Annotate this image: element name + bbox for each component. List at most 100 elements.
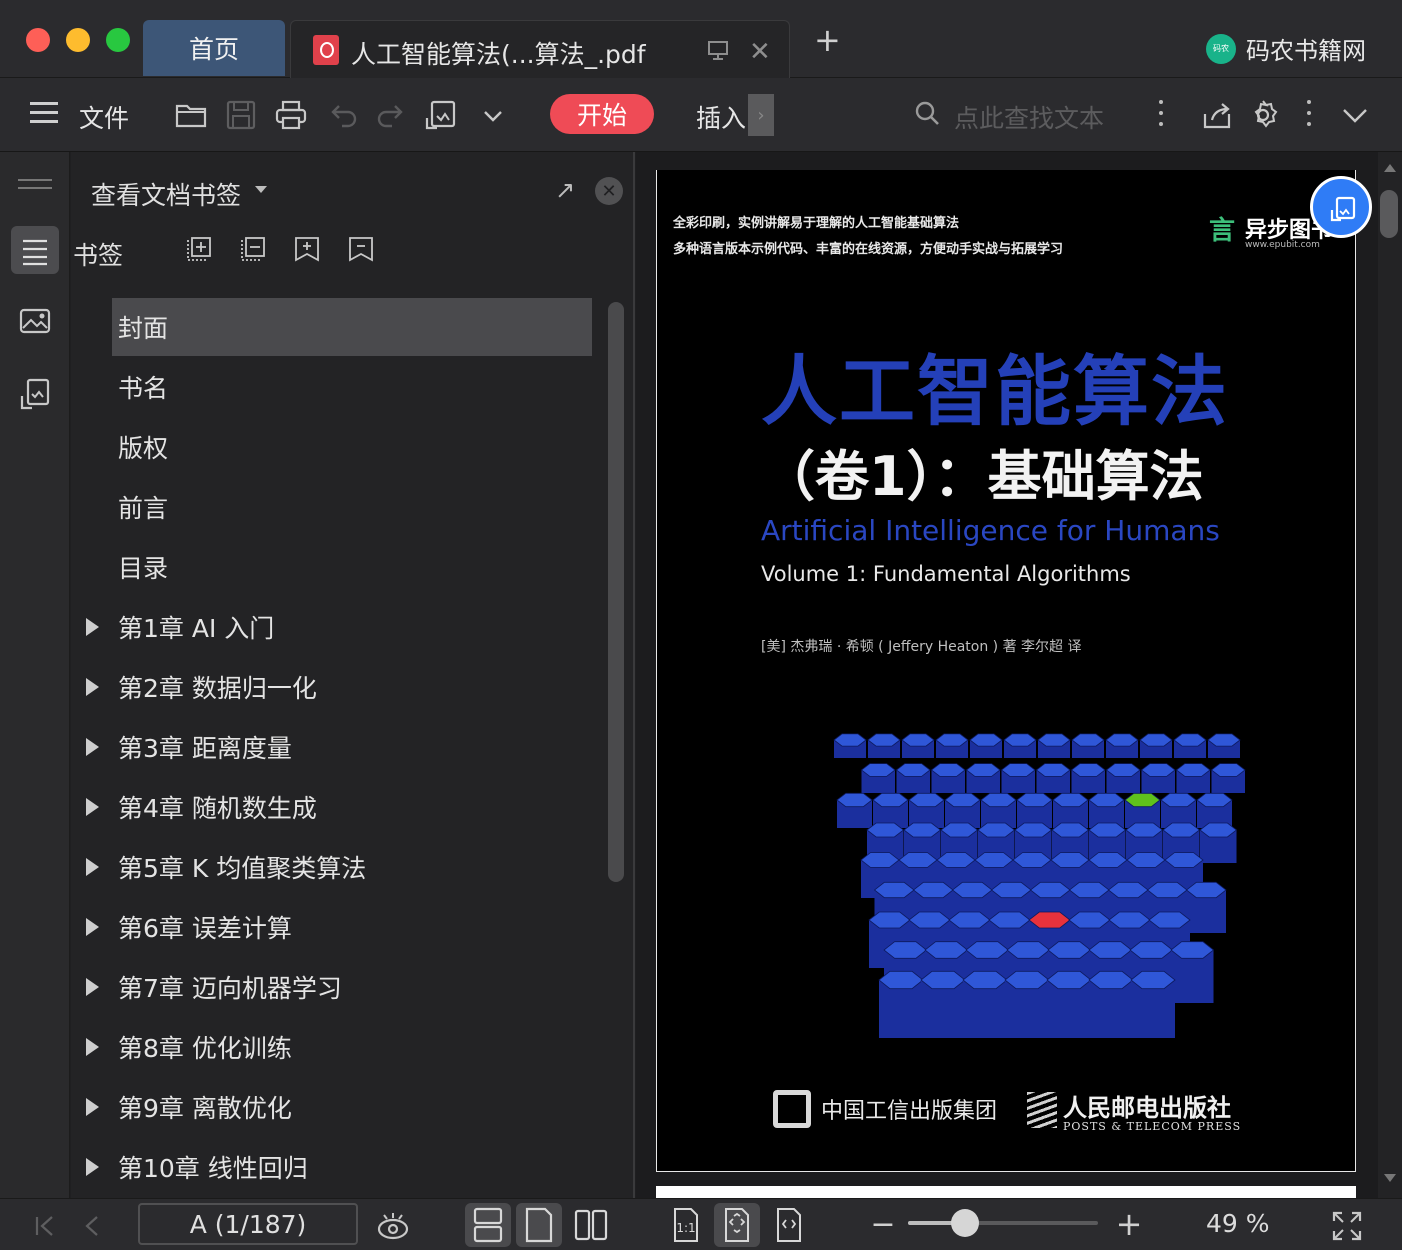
continuous-view-button[interactable] [465, 1203, 511, 1247]
expand-arrow-icon[interactable] [86, 1158, 99, 1176]
expand-arrow-icon[interactable] [86, 798, 99, 816]
fullscreen-icon[interactable] [1330, 1209, 1364, 1243]
zoom-in-button[interactable]: + [1112, 1205, 1146, 1243]
collapse-toolbar-icon[interactable] [1338, 98, 1372, 132]
close-window-button[interactable] [26, 28, 50, 52]
dropdown-caret-icon[interactable] [255, 186, 267, 193]
two-page-view-button[interactable] [568, 1203, 614, 1247]
bookmark-item[interactable]: 前言 [112, 478, 592, 536]
expand-arrow-icon[interactable] [86, 918, 99, 936]
bookmark-item[interactable]: 目录 [112, 538, 592, 596]
expand-arrow-icon[interactable] [86, 858, 99, 876]
two-page-icon [574, 1209, 608, 1241]
open-folder-icon[interactable] [174, 98, 208, 132]
brand-logo: 码农 [1206, 33, 1236, 64]
brand[interactable]: 码农 码农书籍网 [1206, 31, 1366, 66]
close-panel-button[interactable]: ✕ [595, 177, 623, 205]
bookmark-label: 第10章 线性回归 [118, 1154, 308, 1183]
bookmark-label: 第1章 AI 入门 [118, 614, 275, 643]
panel-resize-divider[interactable] [633, 152, 635, 1198]
zoom-percentage[interactable]: 49 % [1206, 1209, 1270, 1238]
toolbar-scroll-right-icon[interactable]: › [748, 94, 774, 136]
settings-gear-icon[interactable] [1246, 98, 1280, 132]
print-icon[interactable] [274, 98, 308, 132]
add-bookmark-icon[interactable] [292, 234, 322, 264]
bookmarks-label: 书签 [73, 241, 124, 270]
thumbnails-view-button[interactable] [11, 298, 59, 346]
bookmark-item[interactable]: 第1章 AI 入门 [86, 598, 592, 656]
bookmark-item[interactable]: 第8章 优化训练 [86, 1018, 592, 1076]
epubit-logo: ⾔ 异步图书 www.epubit.com [1209, 210, 1333, 250]
bookmark-item[interactable]: 版权 [112, 418, 592, 476]
redo-icon[interactable] [374, 98, 408, 132]
bookmark-item[interactable]: 封面 [112, 298, 592, 356]
collapse-all-icon[interactable] [238, 234, 268, 264]
bookmark-item[interactable]: 第7章 迈向机器学习 [86, 958, 592, 1016]
bookmark-item[interactable]: 第6章 误差计算 [86, 898, 592, 956]
tab-document[interactable]: 人工智能算法(...算法_.pdf ✕ [290, 20, 790, 78]
document-scrollbar[interactable] [1378, 152, 1402, 1198]
bookmark-label: 第8章 优化训练 [118, 1034, 292, 1063]
pop-out-icon[interactable]: ↗ [555, 176, 575, 204]
scroll-down-icon[interactable] [1384, 1174, 1396, 1182]
cover-author: [美] 杰弗瑞 · 希顿 ( Jeffery Heaton ) 著 李尔超 译 [761, 639, 1082, 655]
bookmark-item[interactable]: 第9章 离散优化 [86, 1078, 592, 1136]
bookmarks-view-button[interactable] [11, 226, 59, 274]
hamburger-menu-icon[interactable] [30, 102, 58, 124]
new-tab-button[interactable]: + [814, 24, 841, 56]
bookmark-item[interactable]: 第3章 距离度量 [86, 718, 592, 776]
reading-mode-eye-icon[interactable] [376, 1209, 410, 1243]
tab-home[interactable]: 首页 [143, 20, 285, 76]
bookmark-item[interactable]: 第10章 线性回归 [86, 1138, 592, 1196]
fit-page-button[interactable] [714, 1203, 760, 1247]
scroll-thumb[interactable] [1380, 190, 1398, 238]
bookmark-item[interactable]: 第5章 K 均值聚类算法 [86, 838, 592, 896]
zoom-out-button[interactable]: − [866, 1207, 900, 1242]
bookmark-item[interactable]: 书名 [112, 358, 592, 416]
first-page-icon[interactable] [28, 1209, 62, 1243]
expand-arrow-icon[interactable] [86, 738, 99, 756]
more-dropdown-icon[interactable] [476, 98, 510, 132]
share-icon[interactable] [1200, 98, 1234, 132]
presentation-icon[interactable] [707, 39, 729, 61]
single-page-view-button[interactable] [516, 1203, 562, 1247]
fit-width-button[interactable] [766, 1203, 812, 1247]
page-number-input[interactable]: A (1/187) [138, 1203, 358, 1245]
convert-panel-button[interactable] [11, 370, 59, 418]
epubit-mark-icon: ⾔ [1209, 216, 1236, 246]
undo-icon[interactable] [326, 98, 360, 132]
delete-bookmark-icon[interactable] [346, 234, 376, 264]
insert-tab-button[interactable]: 插入 [696, 99, 746, 135]
zoom-slider-knob[interactable] [951, 1209, 979, 1237]
rail-handle[interactable] [18, 179, 52, 195]
expand-arrow-icon[interactable] [86, 978, 99, 996]
zoom-slider[interactable] [908, 1221, 1098, 1225]
file-menu[interactable]: 文件 [79, 99, 129, 135]
convert-icon[interactable] [424, 98, 458, 132]
panel-title-dropdown[interactable]: 查看文档书签 [91, 176, 241, 212]
title-bar: 首页 人工智能算法(...算法_.pdf ✕ + 码农 码农书籍网 [0, 0, 1402, 78]
close-tab-icon[interactable]: ✕ [749, 37, 771, 67]
bookmark-item[interactable]: 第2章 数据归一化 [86, 658, 592, 716]
scroll-up-icon[interactable] [1384, 164, 1396, 172]
search-input[interactable]: 点此查找文本 [954, 99, 1104, 135]
expand-arrow-icon[interactable] [86, 618, 99, 636]
panel-scrollbar[interactable] [608, 302, 624, 882]
expand-arrow-icon[interactable] [86, 678, 99, 696]
minimize-window-button[interactable] [66, 28, 90, 52]
expand-arrow-icon[interactable] [86, 1038, 99, 1056]
floating-convert-button[interactable] [1310, 176, 1372, 238]
bookmark-item[interactable]: 第4章 随机数生成 [86, 778, 592, 836]
expand-arrow-icon[interactable] [86, 1098, 99, 1116]
zoom-window-button[interactable] [106, 28, 130, 52]
previous-page-icon[interactable] [76, 1209, 110, 1243]
expand-all-icon[interactable] [184, 234, 214, 264]
start-tab-button[interactable]: 开始 [550, 94, 654, 134]
svg-text:1:1: 1:1 [676, 1221, 695, 1235]
save-icon[interactable] [224, 98, 258, 132]
search-icon[interactable] [914, 100, 940, 126]
actual-size-button[interactable]: 1:1 [663, 1203, 709, 1247]
bookmark-label: 第9章 离散优化 [118, 1094, 292, 1123]
more-options-icon[interactable] [1306, 100, 1312, 128]
cover-subtitle-cn: （卷1）：基础算法 [761, 445, 1204, 508]
